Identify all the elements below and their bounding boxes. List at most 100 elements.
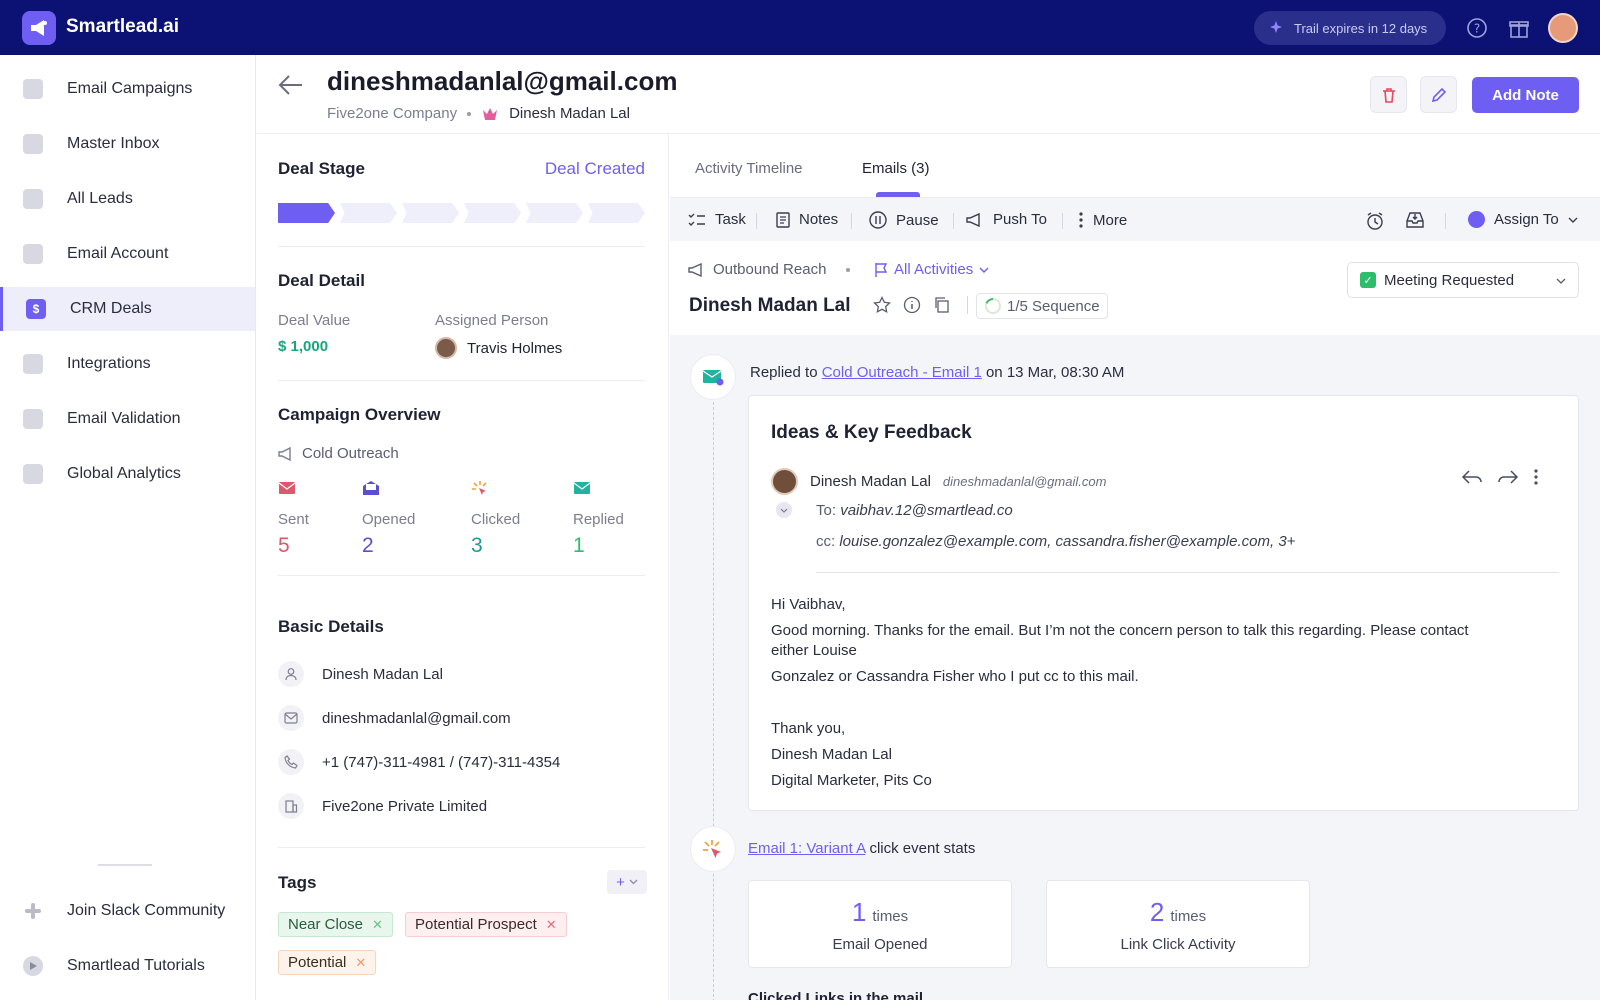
sidebar-item-all-leads[interactable]: All Leads (0, 177, 255, 221)
tag-chip[interactable]: Near Close ✕ (278, 912, 393, 937)
stage-step[interactable] (340, 203, 397, 223)
separator-dot (467, 111, 472, 116)
sidebar-item-email-validation[interactable]: Email Validation (0, 397, 255, 441)
add-tag-button[interactable]: + (607, 870, 647, 894)
reply-campaign-link[interactable]: Cold Outreach - Email 1 (822, 364, 982, 381)
sidebar-item-integrations[interactable]: Integrations (0, 342, 255, 386)
sidebar-item-global-analytics[interactable]: Global Analytics (0, 452, 255, 496)
deal-stage-value[interactable]: Deal Created (537, 159, 645, 179)
sidebar-item-label: All Leads (67, 190, 133, 207)
stat-value: 5 (278, 534, 290, 557)
email-body-line: Digital Marketer, Pits Co (771, 772, 932, 789)
help-icon[interactable]: ? (1465, 16, 1489, 40)
tags-title: Tags (278, 873, 317, 892)
edit-button[interactable] (1420, 76, 1457, 113)
user-avatar[interactable] (1548, 13, 1578, 43)
play-icon (23, 956, 43, 976)
star-icon[interactable] (873, 296, 891, 314)
reply-icon[interactable] (1461, 468, 1483, 486)
sidebar-item-label: Join Slack Community (67, 902, 226, 919)
opened-envelope-icon (363, 481, 379, 495)
variant-link[interactable]: Email 1: Variant A (748, 840, 865, 857)
kebab-icon[interactable] (1533, 468, 1539, 486)
tag-label: Potential (288, 954, 347, 971)
add-note-button[interactable]: Add Note (1472, 77, 1579, 113)
reminder-button[interactable] (1365, 211, 1385, 231)
more-button[interactable]: More (1078, 211, 1127, 229)
stat-unit: times (1170, 908, 1207, 925)
tag-chip[interactable]: Potential Prospect ✕ (405, 912, 567, 937)
assign-to-dropdown[interactable]: Assign To (1468, 211, 1578, 228)
more-label: More (1093, 211, 1128, 229)
smartlead-logo-icon[interactable] (22, 11, 56, 45)
tag-label: Near Close (288, 916, 364, 933)
email-subject: Ideas & Key Feedback (771, 422, 972, 443)
close-icon[interactable]: ✕ (372, 917, 383, 933)
sidebar-item-label: CRM Deals (70, 300, 152, 317)
pause-circle-icon (869, 211, 887, 229)
close-icon[interactable]: ✕ (546, 917, 557, 933)
basic-phone-row: +1 (747)-311-4981 / (747)-311-4354 (278, 749, 560, 775)
tab-activity-timeline[interactable]: Activity Timeline (695, 160, 803, 177)
chevron-down-icon (1568, 217, 1578, 223)
sidebar-item-crm-deals[interactable]: $ CRM Deals (0, 287, 255, 331)
sidebar-item-slack-community[interactable]: Join Slack Community (0, 889, 255, 933)
basic-email[interactable]: dineshmadanlal@gmail.com (322, 710, 511, 727)
task-button[interactable]: Task (688, 211, 746, 228)
gift-icon[interactable] (1507, 16, 1531, 40)
copy-icon[interactable] (933, 296, 951, 314)
push-to-button[interactable]: Push To (966, 211, 1047, 228)
top-bar: Smartlead.ai Trail expires in 12 days ? (0, 0, 1600, 55)
sequence-badge[interactable]: 1/5 Sequence (976, 293, 1108, 319)
stage-step[interactable] (526, 203, 583, 223)
stat-number: 1 times (749, 897, 1011, 928)
email-body-line: Thank you, (771, 720, 846, 737)
forward-icon[interactable] (1497, 468, 1519, 486)
brand-name: Smartlead.ai (66, 16, 179, 37)
deal-stage-progress[interactable] (278, 203, 645, 223)
activity-filter[interactable]: All Activities (874, 261, 989, 278)
stage-step[interactable] (464, 203, 521, 223)
task-label: Task (715, 211, 746, 228)
archive-button[interactable] (1405, 211, 1425, 229)
email-actions (1461, 468, 1539, 486)
reply-event-heading: Replied to Cold Outreach - Email 1 on 13… (750, 364, 1124, 381)
sidebar-item-tutorials[interactable]: Smartlead Tutorials (0, 944, 255, 988)
tag-chip[interactable]: Potential ✕ (278, 950, 377, 975)
tab-bar: Activity Timeline Emails (3) (670, 134, 1600, 198)
to-label: To: (816, 502, 837, 519)
stage-step[interactable] (402, 203, 459, 223)
to-address: vaibhav.12@smartlead.co (840, 502, 1013, 519)
sidebar-item-email-campaigns[interactable]: Email Campaigns (0, 67, 255, 111)
stat-label: Sent (278, 511, 309, 528)
notes-button[interactable]: Notes (776, 211, 838, 228)
email-from: Dinesh Madan Lal dineshmadanlal@gmail.co… (771, 468, 1106, 495)
action-toolbar: Task Notes Pause Push To More Assign To (670, 199, 1600, 241)
basic-phone[interactable]: +1 (747)-311-4981 / (747)-311-4354 (322, 754, 560, 771)
assigned-person[interactable]: Travis Holmes (435, 337, 562, 359)
stage-step[interactable] (278, 203, 335, 223)
trial-text: Trail expires in 12 days (1294, 20, 1428, 36)
back-arrow-icon[interactable] (276, 72, 306, 98)
delete-button[interactable] (1370, 76, 1407, 113)
building-icon (278, 793, 304, 819)
pause-button[interactable]: Pause (869, 211, 939, 229)
sidebar-item-master-inbox[interactable]: Master Inbox (0, 122, 255, 166)
cc-addresses: louise.gonzalez@example.com, cassandra.f… (839, 533, 1296, 550)
tab-emails[interactable]: Emails (3) (862, 160, 930, 177)
sidebar-item-email-account[interactable]: Email Account (0, 232, 255, 276)
close-icon[interactable]: ✕ (355, 955, 366, 971)
expand-recipients-icon[interactable] (776, 502, 792, 518)
campaign-name[interactable]: Cold Outreach (278, 445, 399, 462)
stage-step[interactable] (588, 203, 645, 223)
info-icon[interactable] (903, 296, 921, 314)
lead-status-text: Meeting Requested (1384, 271, 1515, 289)
puzzle-icon (23, 354, 43, 374)
deal-value: $ 1,000 (278, 338, 329, 355)
reply-prefix: Replied to (750, 364, 818, 381)
divider (278, 847, 645, 848)
assigned-person-label: Assigned Person (435, 312, 549, 329)
phone-icon (278, 749, 304, 775)
lead-status-select[interactable]: ✓ Meeting Requested (1347, 262, 1579, 298)
trial-badge[interactable]: Trail expires in 12 days (1254, 11, 1446, 45)
